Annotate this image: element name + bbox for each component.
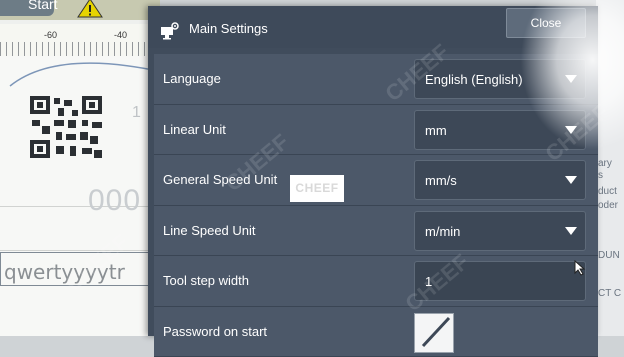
side-panel-text: CT C <box>598 288 621 299</box>
language-dropdown[interactable]: English (English) <box>414 59 586 99</box>
dropdown-value: English (English) <box>425 72 523 87</box>
canvas-arc <box>0 56 160 276</box>
general-speed-unit-dropdown[interactable]: mm/s <box>414 160 586 200</box>
dropdown-value: mm <box>425 123 447 138</box>
setting-row-language: Language English (English) <box>154 54 598 105</box>
background-app: Start -60 -40 1 000 qwertyyyytr <box>0 0 160 336</box>
setting-label: Tool step width <box>163 273 249 288</box>
qr-code-object[interactable] <box>28 96 106 160</box>
tool-step-width-input[interactable]: 1 <box>414 261 586 301</box>
setting-label: Linear Unit <box>163 122 226 137</box>
warning-icon <box>76 0 104 18</box>
dialog-title: Main Settings <box>189 21 268 36</box>
ruler-tick-label: -40 <box>114 30 127 40</box>
start-button[interactable]: Start <box>0 0 54 16</box>
dialog-header: Main Settings Close <box>148 6 598 48</box>
setting-row-password-on-start: Password on start <box>154 307 598 357</box>
start-label: Start <box>28 0 58 12</box>
ruler-tick-label: -60 <box>44 30 57 40</box>
checkmark-icon <box>415 314 453 352</box>
ruler-ticks <box>0 42 160 56</box>
setting-label: Password on start <box>163 324 267 339</box>
chevron-down-icon <box>565 75 577 83</box>
side-panel-text: DUN <box>598 250 620 261</box>
setting-label: General Speed Unit <box>163 172 277 187</box>
dropdown-value: mm/s <box>425 173 457 188</box>
password-on-start-checkbox[interactable] <box>414 313 454 353</box>
setting-label: Line Speed Unit <box>163 223 256 238</box>
settings-icon <box>160 22 180 40</box>
input-value: 1 <box>425 274 432 289</box>
ghost-digit: 1 <box>132 104 141 122</box>
setting-label: Language <box>163 71 221 86</box>
setting-row-linear-unit: Linear Unit mm <box>154 105 598 156</box>
close-button[interactable]: Close <box>506 8 586 38</box>
setting-row-tool-step-width: Tool step width 1 <box>154 256 598 307</box>
main-settings-dialog: Main Settings Close Language English (En… <box>148 6 598 336</box>
linear-unit-dropdown[interactable]: mm <box>414 110 586 150</box>
line-speed-unit-dropdown[interactable]: m/min <box>414 211 586 251</box>
side-panel-text: duct <box>598 186 617 197</box>
horizontal-ruler: -60 -40 <box>0 24 160 57</box>
chevron-down-icon <box>565 176 577 184</box>
dropdown-value: m/min <box>425 224 460 239</box>
setting-row-line-speed-unit: Line Speed Unit m/min <box>154 206 598 257</box>
side-panel-text: oder <box>598 200 618 211</box>
side-panel-text: s <box>598 170 603 181</box>
watermark-label: CHEEF <box>290 175 344 202</box>
ghost-number-object: 000 <box>88 184 141 218</box>
settings-list: Language English (English) Linear Unit m… <box>154 54 598 357</box>
text-object: qwertyyyytr <box>4 260 125 284</box>
mouse-cursor-icon <box>574 260 586 276</box>
setting-row-general-speed-unit: General Speed Unit mm/s <box>154 155 598 206</box>
side-panel-text: ary <box>598 158 612 169</box>
chevron-down-icon <box>565 227 577 235</box>
chevron-down-icon <box>565 126 577 134</box>
